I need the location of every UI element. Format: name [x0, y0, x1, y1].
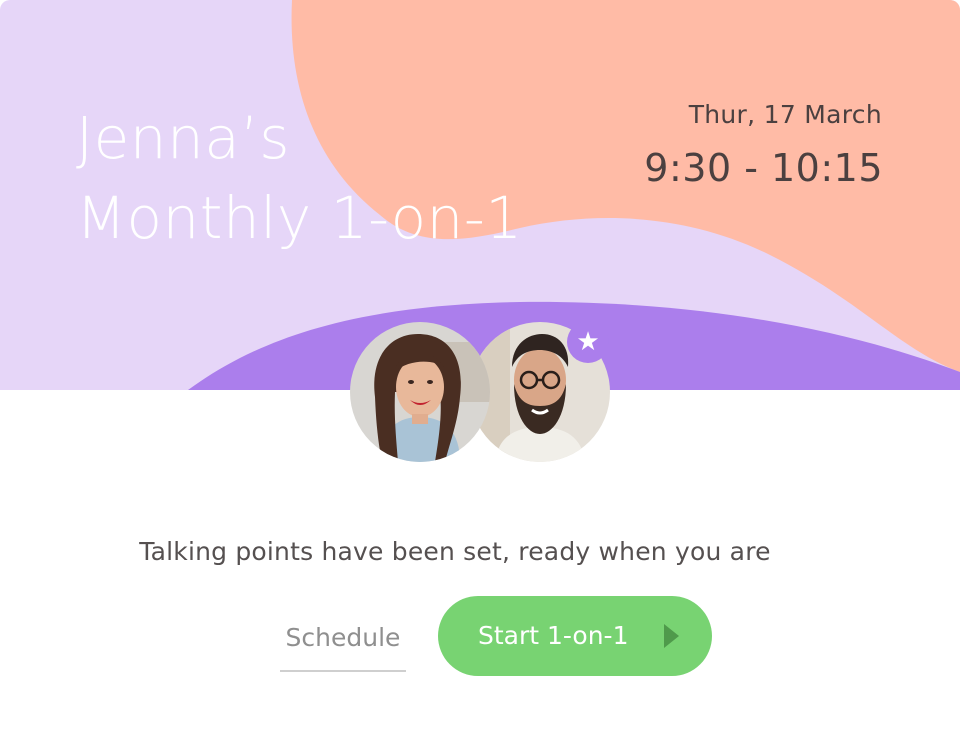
meeting-time: 9:30 - 10:15: [644, 146, 883, 190]
play-icon: [664, 624, 679, 648]
meeting-title: Jenna’s Monthly 1-on-1: [76, 98, 523, 258]
status-message: Talking points have been set, ready when…: [139, 537, 771, 566]
meeting-date: Thur, 17 March: [688, 100, 882, 129]
participant-avatar-jenna: [350, 322, 490, 462]
start-button-label: Start 1-on-1: [478, 621, 629, 650]
start-1-on-1-button[interactable]: Start 1-on-1: [438, 596, 712, 676]
meeting-title-line-2: Monthly 1-on-1: [76, 184, 523, 252]
meeting-title-line-1: Jenna’s: [76, 104, 291, 172]
schedule-button[interactable]: Schedule: [280, 606, 406, 672]
meeting-card: Jenna’s Monthly 1-on-1 Thur, 17 March 9:…: [0, 0, 960, 738]
star-icon: ★: [567, 321, 609, 363]
